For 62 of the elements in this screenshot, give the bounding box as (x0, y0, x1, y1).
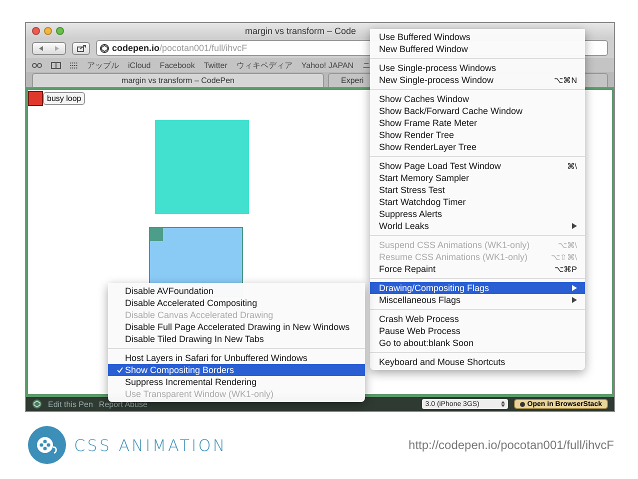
menu-item[interactable]: Show Frame Rate Meter (370, 117, 585, 129)
bookmark-link[interactable]: Facebook (160, 60, 195, 70)
back-arrow-icon (39, 46, 43, 50)
dot-icon (520, 402, 526, 406)
checkmark-icon (117, 367, 123, 373)
menu-item[interactable]: Force Repaint ⌥⌘P (370, 263, 585, 275)
film-reel-logo-icon (28, 426, 66, 464)
layer-square (28, 91, 43, 106)
bookmark-link[interactable]: iCloud (128, 60, 151, 70)
menu-item[interactable]: Suppress Incremental Rendering (108, 376, 365, 388)
menu-item[interactable]: Show Compositing Borders (108, 364, 365, 376)
menu-item[interactable]: Show Caches Window (370, 93, 585, 105)
menu-item[interactable]: Disable Full Page Accelerated Drawing in New Windows (108, 321, 365, 333)
menu-item[interactable]: Disable Tiled Drawing In New Tabs (108, 333, 365, 345)
menu-item[interactable]: Suppress Alerts (370, 208, 585, 220)
menu-item[interactable]: Show Render Tree (370, 129, 585, 141)
bookmark-link[interactable]: アップル (87, 60, 119, 70)
menu-item[interactable]: Show Page Load Test Window ⌘\ (370, 160, 585, 172)
menu-item[interactable]: Host Layers in Safari for Unbuffered Windows (108, 352, 365, 364)
forward-arrow-icon (55, 46, 59, 50)
menu-item[interactable]: Show Back/Forward Cache Window (370, 105, 585, 117)
bookmark-link[interactable]: Yahoo! JAPAN (301, 60, 354, 70)
menu-item[interactable]: Use Single-process Windows (370, 62, 585, 74)
site-icon (100, 44, 109, 52)
menu-item[interactable]: New Single-process Window ⌥⌘N (370, 74, 585, 86)
codepen-logo-icon (32, 399, 42, 409)
menu-item[interactable]: Use Buffered Windows (370, 31, 585, 43)
menu-item[interactable]: Go to about:blank Soon (370, 337, 585, 349)
minimize-button[interactable] (44, 26, 52, 34)
menu-item[interactable]: Disable Accelerated Compositing (108, 297, 365, 309)
window-title: margin vs transform – Code (244, 26, 356, 36)
footer-link[interactable]: Edit this Pen (48, 400, 93, 408)
stepper-arrows-icon (501, 401, 506, 407)
slide-title: CSS ANIMATION (74, 436, 227, 454)
reading-list-icon (32, 62, 42, 68)
menu-item[interactable]: Start Watchdog Timer (370, 196, 585, 208)
back-forward-button[interactable] (32, 42, 66, 54)
zoom-button[interactable] (56, 26, 64, 34)
bookmark-link[interactable]: ウィキペディア (236, 60, 292, 70)
menu-item[interactable]: New Buffered Window (370, 43, 585, 55)
share-icon (76, 44, 86, 52)
grid-icon (70, 62, 78, 68)
menu-item[interactable]: Start Stress Test (370, 184, 585, 196)
menu-item[interactable]: Keyboard and Mouse Shortcuts (370, 356, 585, 368)
menu-item[interactable]: Drawing/Compositing Flags (370, 282, 585, 294)
bookmark-link[interactable]: Twitter (204, 60, 228, 70)
menu-item[interactable]: World Leaks (370, 220, 585, 232)
share-button[interactable] (72, 42, 90, 54)
browser-tab[interactable]: margin vs transform – CodePen (32, 73, 324, 87)
menu-item[interactable]: Pause Web Process (370, 325, 585, 337)
bookmark-link[interactable]: ニ (362, 60, 371, 70)
busy-loop-button[interactable]: busy loop (43, 92, 86, 105)
menu-item[interactable]: Crash Web Process (370, 313, 585, 325)
menu-item[interactable]: Start Memory Sampler (370, 172, 585, 184)
menu-item[interactable]: Miscellaneous Flags (370, 294, 585, 306)
menu-item[interactable]: Disable AVFoundation (108, 285, 365, 297)
source-url: http://codepen.io/pocotan001/full/ihvcF (408, 438, 614, 452)
menu-item[interactable]: Show RenderLayer Tree (370, 141, 585, 153)
footer-link[interactable]: Report Abuse (98, 400, 148, 408)
submenu-arrow-icon (572, 223, 577, 229)
close-button[interactable] (32, 26, 40, 34)
book-icon (51, 62, 61, 68)
